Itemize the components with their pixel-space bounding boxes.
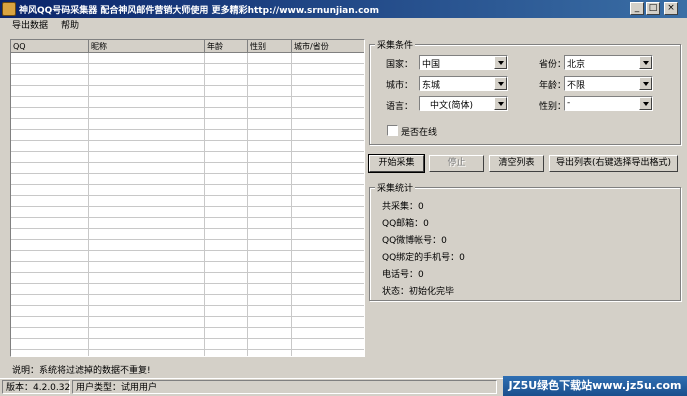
stat-qq-weibo: QQ微博帐号：0 [382, 236, 447, 246]
results-table[interactable]: QQ 昵称 年龄 性别 城市/省份 [10, 39, 365, 357]
language-value: 中文(简体) [430, 101, 474, 111]
stat-phone: 电话号：0 [382, 270, 424, 280]
window-title: 神风QQ号码采集器 配合神风邮件营销大师使用 更多精彩http://www.sr… [19, 6, 379, 16]
close-button[interactable]: × [664, 2, 678, 15]
province-value: 北京 [567, 60, 586, 70]
menu-help[interactable]: 帮助 [61, 20, 79, 33]
column-header-age[interactable]: 年龄 [205, 40, 248, 53]
app-icon [2, 2, 16, 16]
minimize-button[interactable]: _ [630, 2, 644, 15]
chevron-down-icon [498, 82, 504, 86]
column-header-nickname[interactable]: 昵称 [89, 40, 205, 53]
online-label: 是否在线 [401, 128, 438, 138]
export-list-button[interactable]: 导出列表(右键选择导出格式) [549, 155, 678, 172]
province-label: 省份： [539, 60, 567, 70]
language-label: 语言： [386, 102, 414, 112]
online-checkbox[interactable] [387, 125, 398, 136]
column-divider [204, 53, 205, 356]
column-divider [247, 53, 248, 356]
dropdown-button[interactable] [494, 97, 507, 110]
criteria-legend: 采集条件 [375, 38, 416, 51]
age-value: 不限 [567, 81, 586, 91]
city-value: 东城 [422, 81, 441, 91]
language-select[interactable]: 中文(简体) [419, 96, 508, 111]
gender-value: - [567, 98, 571, 108]
chevron-down-icon [498, 61, 504, 65]
start-button[interactable]: 开始采集 [368, 154, 425, 173]
age-label: 年龄： [539, 81, 567, 91]
dropdown-button[interactable] [639, 97, 652, 110]
dropdown-button[interactable] [639, 77, 652, 90]
column-divider [291, 53, 292, 356]
country-select[interactable]: 中国 [419, 55, 508, 70]
table-header: QQ 昵称 年龄 性别 城市/省份 [11, 40, 364, 53]
stat-status: 状态：初始化完毕 [382, 287, 455, 297]
gender-select[interactable]: - [564, 96, 653, 111]
version-panel: 版本：4.2.0.32 [2, 380, 70, 394]
chevron-down-icon [643, 82, 649, 86]
watermark-logo: JZ5U绿色下载站www.jz5u.com [503, 376, 687, 396]
chevron-down-icon [643, 102, 649, 106]
user-type-panel: 用户类型：试用用户 [72, 380, 497, 394]
menu-export-data[interactable]: 导出数据 [12, 20, 48, 33]
dropdown-button[interactable] [494, 56, 507, 69]
stat-qq-mail: QQ邮箱：0 [382, 219, 429, 229]
column-divider [88, 53, 89, 356]
age-select[interactable]: 不限 [564, 76, 653, 91]
stat-qq-phone: QQ绑定的手机号：0 [382, 253, 465, 263]
stat-total: 共采集：0 [382, 202, 424, 212]
maximize-button[interactable]: □ [646, 2, 660, 15]
menu-bar [0, 18, 687, 35]
dropdown-button[interactable] [639, 56, 652, 69]
chevron-down-icon [498, 102, 504, 106]
country-label: 国家： [386, 60, 414, 70]
city-select[interactable]: 东城 [419, 76, 508, 91]
dropdown-button[interactable] [494, 77, 507, 90]
stats-legend: 采集统计 [375, 181, 416, 194]
stop-button[interactable]: 停止 [429, 155, 484, 172]
column-header-location[interactable]: 城市/省份 [292, 40, 364, 53]
clear-list-button[interactable]: 清空列表 [489, 155, 544, 172]
column-header-qq[interactable]: QQ [11, 40, 89, 53]
hint-text: 说明：系统将过滤掉的数据不重复! [12, 366, 151, 376]
province-select[interactable]: 北京 [564, 55, 653, 70]
country-value: 中国 [422, 60, 441, 70]
table-body [11, 53, 364, 356]
column-header-gender[interactable]: 性别 [248, 40, 292, 53]
gender-label: 性别： [539, 102, 567, 112]
chevron-down-icon [643, 61, 649, 65]
city-label: 城市： [386, 81, 414, 91]
